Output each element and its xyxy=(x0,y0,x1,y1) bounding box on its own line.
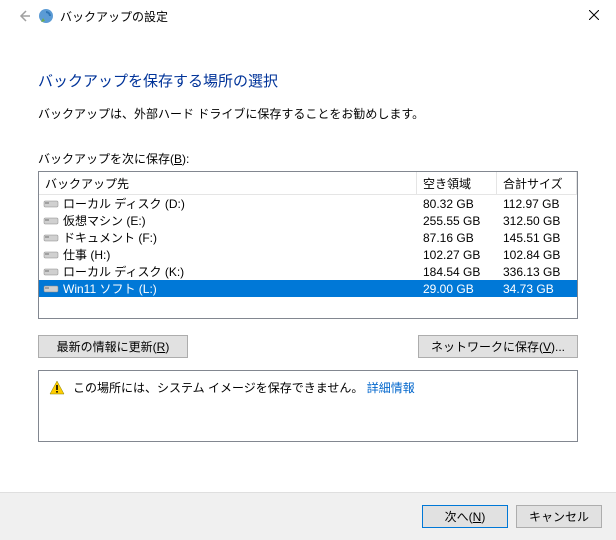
drive-free: 102.27 GB xyxy=(417,248,497,262)
drive-name: ドキュメント (F:) xyxy=(63,229,417,246)
list-label: バックアップを次に保存(B): xyxy=(38,150,578,167)
drive-total: 312.50 GB xyxy=(497,214,577,228)
drive-row[interactable]: Win11 ソフト (L:)29.00 GB34.73 GB xyxy=(39,280,577,297)
warning-box: この場所には、システム イメージを保存できません。 詳細情報 xyxy=(38,370,578,442)
window-title: バックアップの設定 xyxy=(60,8,168,25)
drive-free: 87.16 GB xyxy=(417,231,497,245)
content-area: バックアップを保存する場所の選択 バックアップは、外部ハード ドライブに保存する… xyxy=(0,32,616,442)
drive-total: 34.73 GB xyxy=(497,282,577,296)
drive-total: 102.84 GB xyxy=(497,248,577,262)
drive-free: 29.00 GB xyxy=(417,282,497,296)
details-link[interactable]: 詳細情報 xyxy=(367,381,415,395)
drive-name: ローカル ディスク (D:) xyxy=(63,195,417,212)
titlebar: バックアップの設定 xyxy=(0,0,616,32)
drive-row[interactable]: ローカル ディスク (K:)184.54 GB336.13 GB xyxy=(39,263,577,280)
drive-list[interactable]: バックアップ先 空き領域 合計サイズ ローカル ディスク (D:)80.32 G… xyxy=(38,171,578,319)
disk-icon xyxy=(43,283,59,295)
page-subtext: バックアップは、外部ハード ドライブに保存することをお勧めします。 xyxy=(38,105,578,122)
drive-name: Win11 ソフト (L:) xyxy=(63,280,417,297)
close-button[interactable] xyxy=(571,0,616,30)
drive-name: 仕事 (H:) xyxy=(63,246,417,263)
drive-free: 255.55 GB xyxy=(417,214,497,228)
drive-row[interactable]: 仮想マシン (E:)255.55 GB312.50 GB xyxy=(39,212,577,229)
drive-name: 仮想マシン (E:) xyxy=(63,212,417,229)
drive-row[interactable]: ドキュメント (F:)87.16 GB145.51 GB xyxy=(39,229,577,246)
disk-icon xyxy=(43,249,59,261)
column-destination[interactable]: バックアップ先 xyxy=(39,172,417,194)
next-button[interactable]: 次へ(N) xyxy=(422,505,508,528)
list-buttons: 最新の情報に更新(R) ネットワークに保存(V)... xyxy=(38,335,578,358)
save-network-button[interactable]: ネットワークに保存(V)... xyxy=(418,335,578,358)
drive-free: 80.32 GB xyxy=(417,197,497,211)
app-icon xyxy=(38,8,54,24)
disk-icon xyxy=(43,215,59,227)
footer: 次へ(N) キャンセル xyxy=(0,492,616,540)
drive-total: 145.51 GB xyxy=(497,231,577,245)
warning-icon xyxy=(49,380,65,396)
back-button[interactable] xyxy=(14,6,34,26)
column-total-size[interactable]: 合計サイズ xyxy=(497,172,577,194)
drive-total: 336.13 GB xyxy=(497,265,577,279)
drive-row[interactable]: ローカル ディスク (D:)80.32 GB112.97 GB xyxy=(39,195,577,212)
column-free-space[interactable]: 空き領域 xyxy=(417,172,497,194)
disk-icon xyxy=(43,198,59,210)
drive-row[interactable]: 仕事 (H:)102.27 GB102.84 GB xyxy=(39,246,577,263)
drive-free: 184.54 GB xyxy=(417,265,497,279)
cancel-button[interactable]: キャンセル xyxy=(516,505,602,528)
drive-name: ローカル ディスク (K:) xyxy=(63,263,417,280)
disk-icon xyxy=(43,266,59,278)
drive-total: 112.97 GB xyxy=(497,197,577,211)
list-header: バックアップ先 空き領域 合計サイズ xyxy=(39,172,577,195)
refresh-button[interactable]: 最新の情報に更新(R) xyxy=(38,335,188,358)
warning-text: この場所には、システム イメージを保存できません。 詳細情報 xyxy=(73,379,415,396)
disk-icon xyxy=(43,232,59,244)
page-heading: バックアップを保存する場所の選択 xyxy=(38,70,578,91)
